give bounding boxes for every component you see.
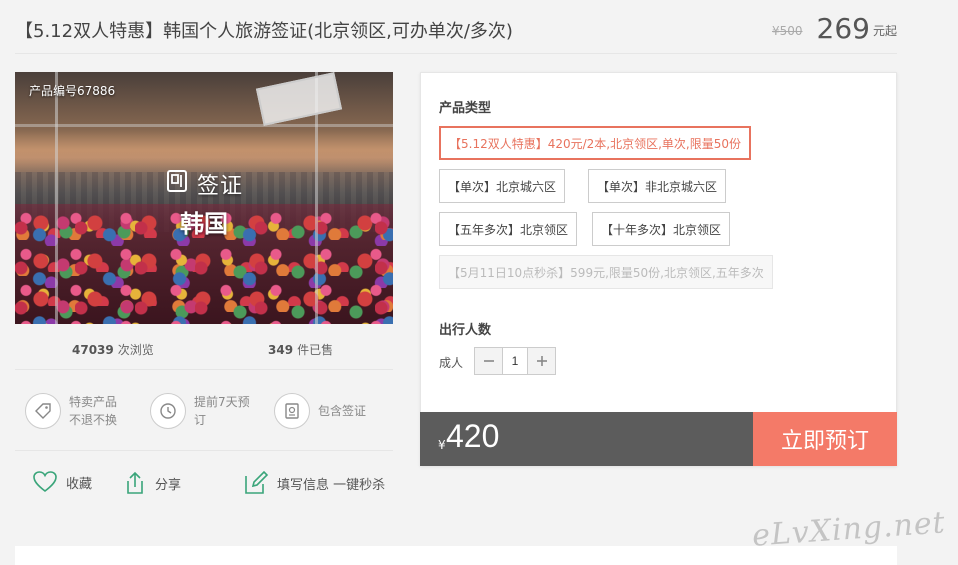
feature-book-ahead: 提前7天预订 — [150, 393, 250, 429]
book-now-button[interactable]: 立即预订 — [753, 412, 897, 466]
sold-stat: 349 件已售 — [268, 343, 334, 357]
currency-symbol: ¥ — [438, 438, 446, 452]
sold-count: 349 — [268, 343, 294, 357]
watermark: eLvXing.net — [751, 505, 947, 554]
heart-icon — [32, 470, 58, 494]
total-price-bar: ¥ 420 — [420, 412, 754, 466]
option-flash-sale: 【5月11日10点秒杀】599元,限量50份,北京领区,五年多次 — [439, 255, 773, 289]
product-type-title: 产品类型 — [439, 101, 492, 116]
passport-icon — [274, 393, 310, 429]
share-button[interactable]: 分享 — [121, 470, 181, 496]
option-single-city-six[interactable]: 【单次】北京城六区 — [439, 169, 566, 203]
header-price: ¥500 269 元起 — [772, 12, 897, 45]
option-ten-year-multi[interactable]: 【十年多次】北京领区 — [592, 212, 731, 246]
feature-includes-visa: 包含签证 — [274, 393, 366, 429]
starting-price: 269 — [816, 12, 870, 45]
original-price: ¥500 — [771, 24, 803, 38]
adult-label: 成人 — [439, 356, 464, 370]
views-stat: 47039 次浏览 — [72, 343, 154, 357]
views-count: 47039 — [72, 343, 114, 357]
fill-info-button[interactable]: 填写信息 一键秒杀 — [243, 470, 385, 496]
minus-icon — [483, 360, 494, 362]
product-number: 产品编号67886 — [29, 84, 116, 98]
plus-icon — [536, 356, 547, 366]
product-actions: 收藏 分享 填写信息 一键秒杀 — [15, 466, 393, 502]
option-five-year-multi[interactable]: 【五年多次】北京领区 — [439, 212, 578, 246]
edit-icon — [243, 470, 269, 496]
favorite-button[interactable]: 收藏 — [32, 470, 92, 494]
tag-icon — [25, 393, 61, 429]
price-suffix: 元起 — [872, 24, 897, 38]
travelers-title: 出行人数 — [439, 323, 492, 338]
option-double-special[interactable]: 【5.12双人特惠】420元/2本,北京领区,单次,限量50份 — [439, 126, 752, 160]
quantity-input[interactable] — [502, 348, 528, 374]
decrease-button[interactable] — [475, 348, 502, 374]
passport-icon — [165, 169, 189, 199]
product-features: 特卖产品 不退不换 提前7天预订 包含签证 — [15, 383, 393, 451]
quantity-stepper — [474, 347, 556, 375]
booking-panel: 产品类型 【5.12双人特惠】420元/2本,北京领区,单次,限量50份 【单次… — [420, 72, 897, 466]
visa-overlay: 签证 韩国 — [15, 168, 393, 239]
increase-button[interactable] — [528, 348, 555, 374]
option-single-non-city-six[interactable]: 【单次】非北京城六区 — [588, 169, 727, 203]
total-price: 420 — [446, 418, 500, 454]
share-icon — [121, 470, 147, 496]
feature-no-refund: 特卖产品 不退不换 — [25, 393, 117, 429]
page-title: 【5.12双人特惠】韩国个人旅游签证(北京领区,可办单次/多次) — [15, 21, 513, 42]
country-label: 韩国 — [180, 210, 228, 238]
clock-icon — [150, 393, 186, 429]
visa-label: 签证 — [196, 174, 243, 199]
product-stats: 47039 次浏览 349 件已售 — [15, 330, 393, 370]
product-photo: 产品编号67886 签证 韩国 — [15, 72, 393, 324]
page-header: 【5.12双人特惠】韩国个人旅游签证(北京领区,可办单次/多次) ¥500 269… — [15, 0, 897, 54]
